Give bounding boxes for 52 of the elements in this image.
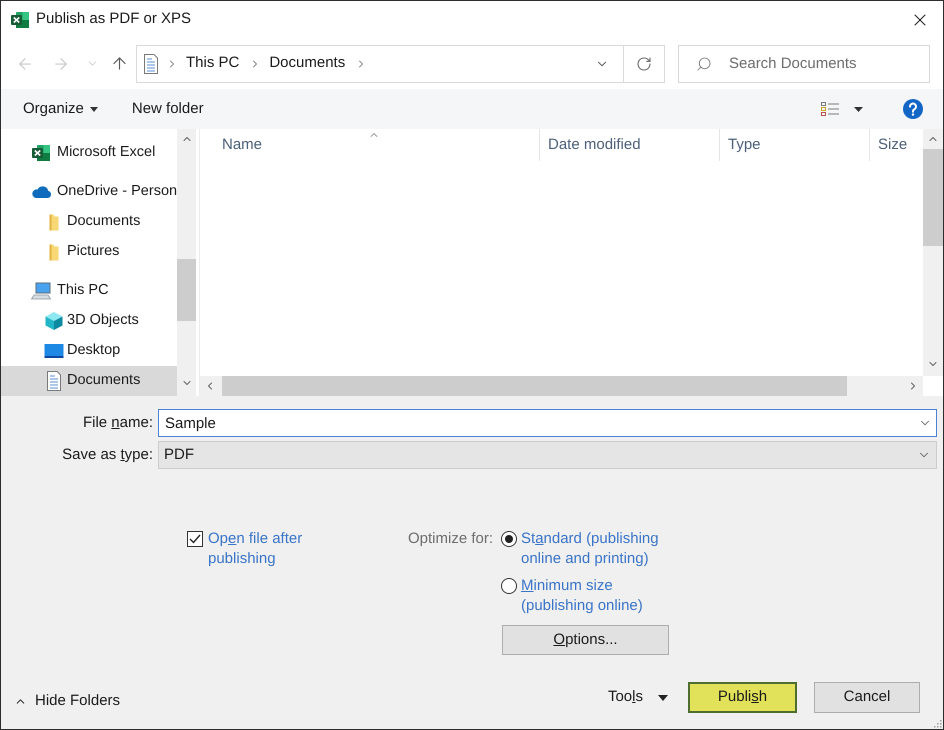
radio-button[interactable]: [501, 578, 517, 594]
help-button[interactable]: [903, 99, 923, 119]
spreadsheet-app-icon: [10, 10, 30, 30]
options-button[interactable]: Options...: [502, 625, 669, 655]
resize-grip-icon: [933, 719, 942, 728]
checkmark-icon: [189, 534, 201, 544]
checkbox[interactable]: [187, 531, 203, 547]
new-folder-button[interactable]: New folder: [122, 94, 214, 124]
breadcrumb[interactable]: This PC: [183, 52, 242, 75]
caret-down-icon: [854, 106, 863, 112]
radio-option-label[interactable]: Standard (publishing online and printing): [521, 529, 681, 569]
document-icon: [143, 54, 159, 74]
cloud-icon: [31, 186, 51, 198]
column-header[interactable]: Size: [870, 129, 923, 161]
radio-button[interactable]: [501, 531, 517, 547]
refresh-icon: [636, 56, 652, 72]
window-title: Publish as PDF or XPS: [36, 9, 192, 30]
search-field[interactable]: Search Documents: [678, 44, 930, 82]
column-header[interactable]: Name: [200, 129, 540, 161]
publish-button[interactable]: Publish: [688, 682, 797, 713]
help-icon: [903, 99, 923, 119]
folder-icon: [49, 244, 59, 260]
computer-icon: [31, 282, 51, 300]
document-icon: [46, 371, 62, 391]
caret-down-icon: [90, 106, 98, 112]
desktop-icon: [44, 344, 64, 358]
open-file-after-publishing-label[interactable]: Open file after publishing: [208, 529, 328, 569]
scrollbar-thumb[interactable]: [177, 259, 196, 321]
file-type-dropdown[interactable]: PDF: [158, 441, 937, 469]
column-header[interactable]: Date modified: [540, 129, 720, 161]
tools-button[interactable]: Tools: [608, 686, 668, 709]
breadcrumb[interactable]: Documents: [266, 52, 348, 75]
optimize-for-label: Optimize for:: [408, 529, 494, 549]
file-name-label: File name:: [82, 412, 154, 433]
cancel-button[interactable]: Cancel: [814, 682, 920, 713]
folder-icon: [49, 214, 59, 230]
spreadsheet-app-icon: [31, 143, 51, 163]
radio-option-label[interactable]: Minimum size (publishing online): [521, 576, 681, 616]
vertical-scrollbar[interactable]: [923, 129, 943, 376]
search-icon: [696, 56, 712, 72]
sidebar-scrollbar[interactable]: [177, 129, 196, 396]
file-type-label: Save as type:: [61, 444, 154, 465]
scrollbar-thumb[interactable]: [923, 149, 943, 246]
cube-icon: [45, 312, 63, 330]
sidebar-item[interactable]: Documents: [1, 366, 177, 396]
column-header[interactable]: Type: [720, 129, 870, 161]
file-name-field[interactable]: Sample: [158, 409, 937, 437]
caret-down-icon: [658, 694, 668, 700]
details-view-icon: [821, 102, 840, 116]
hide-folders-button[interactable]: Hide Folders: [14, 690, 120, 712]
address-bar[interactable]: This PC Documents: [136, 44, 665, 82]
organize-button[interactable]: Organize: [13, 94, 108, 124]
